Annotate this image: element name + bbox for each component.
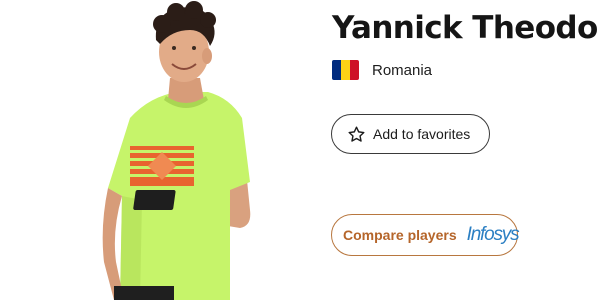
player-profile-header: Yannick Theodor Romania Add to favorites…: [0, 0, 600, 300]
player-photo: [100, 0, 270, 300]
compare-players-label: Compare players: [343, 227, 457, 243]
compare-players-button[interactable]: Compare players Infosys: [331, 214, 520, 256]
player-country: Romania: [332, 59, 432, 81]
add-to-favorites-label: Add to favorites: [373, 126, 471, 142]
infosys-logo: Infosys: [466, 224, 520, 245]
player-name: Yannick Theodor: [332, 10, 600, 46]
star-outline-icon: [348, 126, 365, 142]
add-to-favorites-button[interactable]: Add to favorites: [331, 114, 490, 154]
country-name: Romania: [372, 61, 433, 79]
romania-flag-icon: [332, 60, 359, 80]
